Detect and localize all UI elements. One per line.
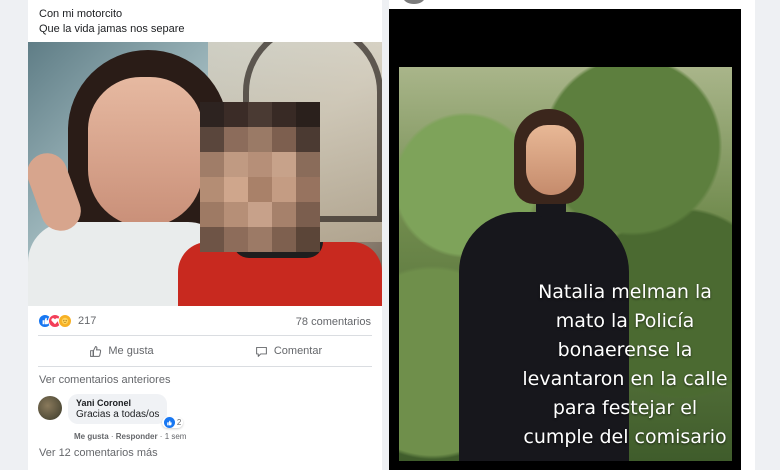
view-previous-comments-link[interactable]: Ver comentarios anteriores — [39, 374, 170, 386]
comment-timestamp[interactable]: 1 sem — [165, 432, 187, 441]
comment-reaction-badge[interactable]: 2 — [161, 417, 184, 428]
photo-woman-face — [88, 77, 203, 227]
like-button-label: Me gusta — [108, 345, 154, 357]
post-photo[interactable] — [28, 42, 382, 306]
comment-meta: Me gusta · Responder · 1 sem — [74, 432, 186, 441]
comment-text: Gracias a todas/os — [76, 409, 160, 420]
like-icon — [163, 417, 175, 428]
comment-like-count: 2 — [176, 418, 182, 427]
meta-separator: · — [157, 432, 165, 441]
meta-separator: · — [108, 432, 116, 441]
thumbs-up-icon — [90, 345, 102, 357]
comment-reply-link[interactable]: Responder — [116, 432, 158, 441]
comments-count[interactable]: 78 comentarios — [296, 316, 371, 328]
pixelated-face — [200, 102, 320, 252]
photo-girl-face — [526, 125, 576, 195]
post-actions: Me gusta Comentar — [38, 338, 372, 364]
avatar[interactable] — [403, 0, 425, 4]
like-button[interactable]: Me gusta — [38, 338, 205, 364]
comment-bubble-icon — [255, 346, 267, 357]
reactions-count: 217 — [78, 315, 97, 327]
story-overlay-text: Natalia melman la mato la Policía bonaer… — [522, 281, 728, 448]
divider-top — [38, 335, 372, 336]
facebook-post: Con mi motorcito Que la vida jamas nos s… — [28, 0, 382, 470]
post-caption: Con mi motorcito Que la vida jamas nos s… — [39, 7, 185, 37]
comment-bubble: Yani Coronel Gracias a todas/os 2 — [68, 394, 184, 428]
comment-like-link[interactable]: Me gusta — [74, 432, 109, 441]
comment-button[interactable]: Comentar — [205, 338, 372, 364]
comment-author[interactable]: Yani Coronel — [76, 398, 159, 408]
reactions-summary[interactable]: 217 — [38, 314, 96, 328]
caption-line-2: Que la vida jamas nos separe — [39, 23, 185, 35]
comment-button-label: Comentar — [273, 345, 323, 357]
avatar[interactable] — [38, 396, 62, 420]
caption-line-1: Con mi motorcito — [39, 8, 123, 20]
view-more-comments-link[interactable]: Ver 12 comentarios más — [39, 447, 158, 459]
care-icon — [58, 314, 72, 328]
comment-item: Yani Coronel Gracias a todas/os 2 — [38, 394, 184, 428]
shared-image-card: Natalia melman la mato la Policía bonaer… — [389, 0, 755, 470]
divider-bottom — [38, 366, 372, 367]
